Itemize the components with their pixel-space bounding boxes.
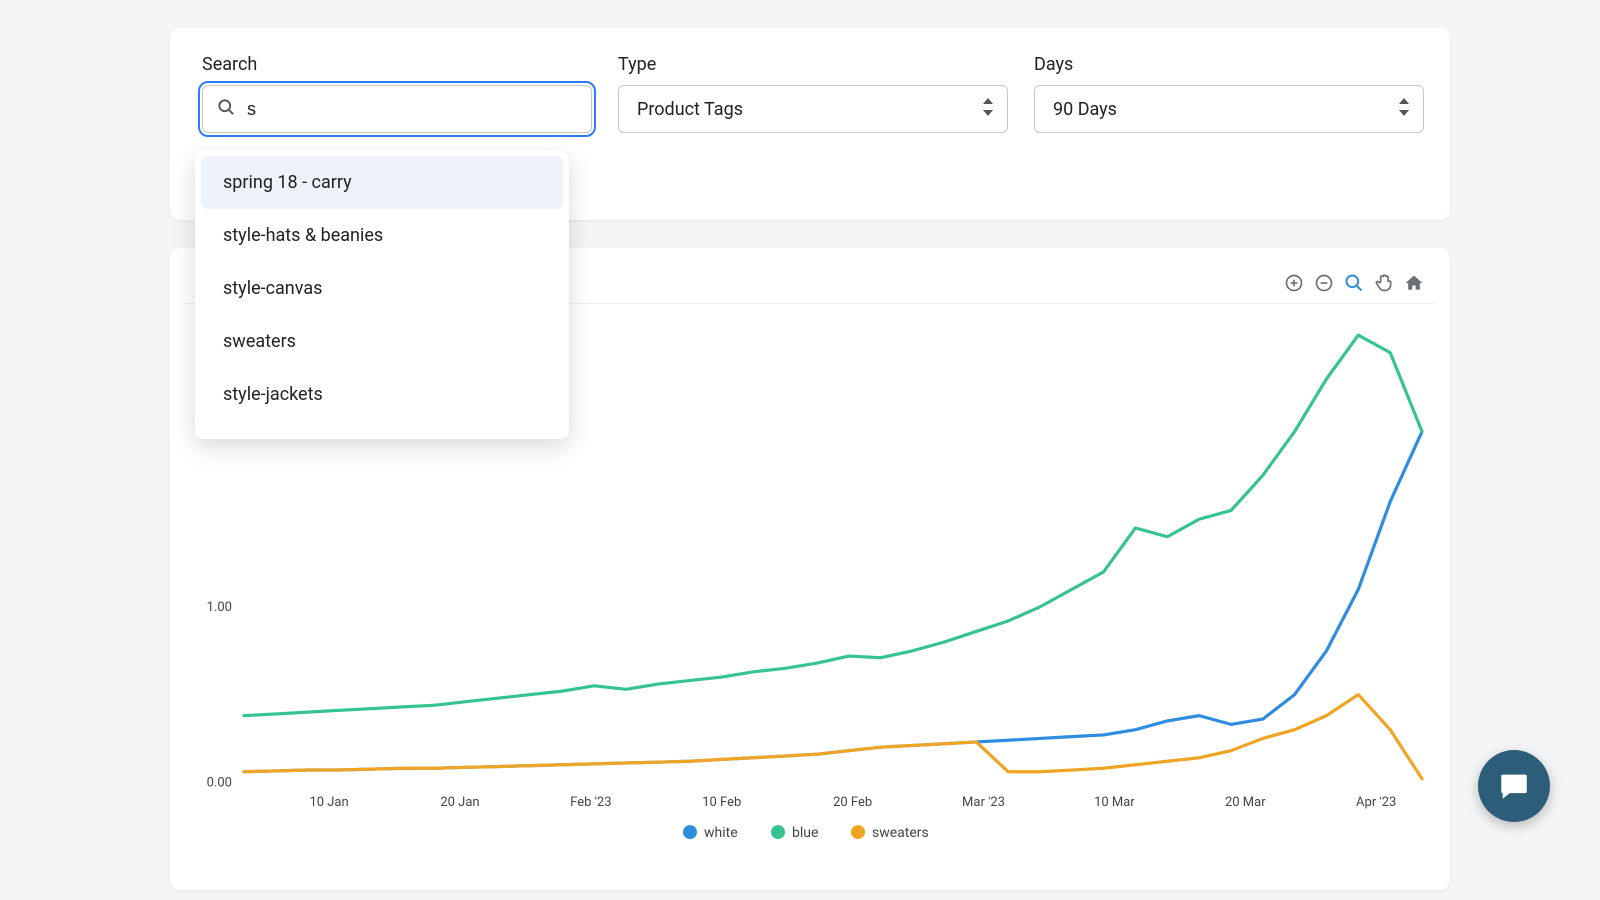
search-icon <box>216 97 236 121</box>
suggestion-item[interactable]: style-canvas <box>201 262 563 315</box>
svg-text:20 Mar: 20 Mar <box>1225 795 1266 810</box>
days-value: 90 Days <box>1053 99 1117 120</box>
type-label: Type <box>618 54 1008 75</box>
search-input-wrap <box>202 85 592 133</box>
search-input[interactable] <box>202 85 592 133</box>
svg-text:20 Feb: 20 Feb <box>833 795 872 810</box>
svg-text:10 Mar: 10 Mar <box>1094 795 1135 810</box>
svg-text:10 Feb: 10 Feb <box>702 795 741 810</box>
type-value: Product Tags <box>637 99 743 120</box>
svg-text:10 Jan: 10 Jan <box>309 795 348 810</box>
suggestion-item[interactable]: style-jackets <box>201 368 563 421</box>
svg-text:Apr '23: Apr '23 <box>1356 795 1396 810</box>
chevron-updown-icon <box>982 98 994 120</box>
svg-text:20 Jan: 20 Jan <box>440 795 479 810</box>
svg-text:0.00: 0.00 <box>207 775 232 790</box>
suggestion-item[interactable]: spring 18 - carry <box>201 156 563 209</box>
type-select-wrap: Product Tags <box>618 85 1008 133</box>
filters-row: Search Type Product Tags <box>202 54 1418 133</box>
svg-text:Mar '23: Mar '23 <box>962 795 1005 810</box>
svg-text:sweaters: sweaters <box>872 825 929 841</box>
suggestion-item[interactable]: style-hats & beanies <box>201 209 563 262</box>
pan-icon[interactable] <box>1374 273 1394 293</box>
search-label: Search <box>202 54 592 75</box>
chevron-updown-icon <box>1398 98 1410 120</box>
days-label: Days <box>1034 54 1424 75</box>
days-select-wrap: 90 Days <box>1034 85 1424 133</box>
days-select[interactable]: 90 Days <box>1034 85 1424 133</box>
chart-toolbar <box>1284 273 1424 293</box>
type-select[interactable]: Product Tags <box>618 85 1008 133</box>
svg-text:white: white <box>704 825 738 841</box>
home-icon[interactable] <box>1404 273 1424 293</box>
zoom-in-icon[interactable] <box>1284 273 1304 293</box>
search-field: Search <box>202 54 592 133</box>
suggestion-item[interactable]: sweaters <box>201 315 563 368</box>
days-field: Days 90 Days <box>1034 54 1424 133</box>
svg-text:blue: blue <box>792 825 818 841</box>
chat-button[interactable] <box>1478 750 1550 822</box>
zoom-select-icon[interactable] <box>1344 273 1364 293</box>
zoom-out-icon[interactable] <box>1314 273 1334 293</box>
type-field: Type Product Tags <box>618 54 1008 133</box>
search-suggestions: spring 18 - carrystyle-hats & beaniessty… <box>195 150 569 439</box>
chat-icon <box>1497 769 1531 803</box>
svg-text:Feb '23: Feb '23 <box>570 795 611 810</box>
svg-text:1.00: 1.00 <box>207 600 232 615</box>
